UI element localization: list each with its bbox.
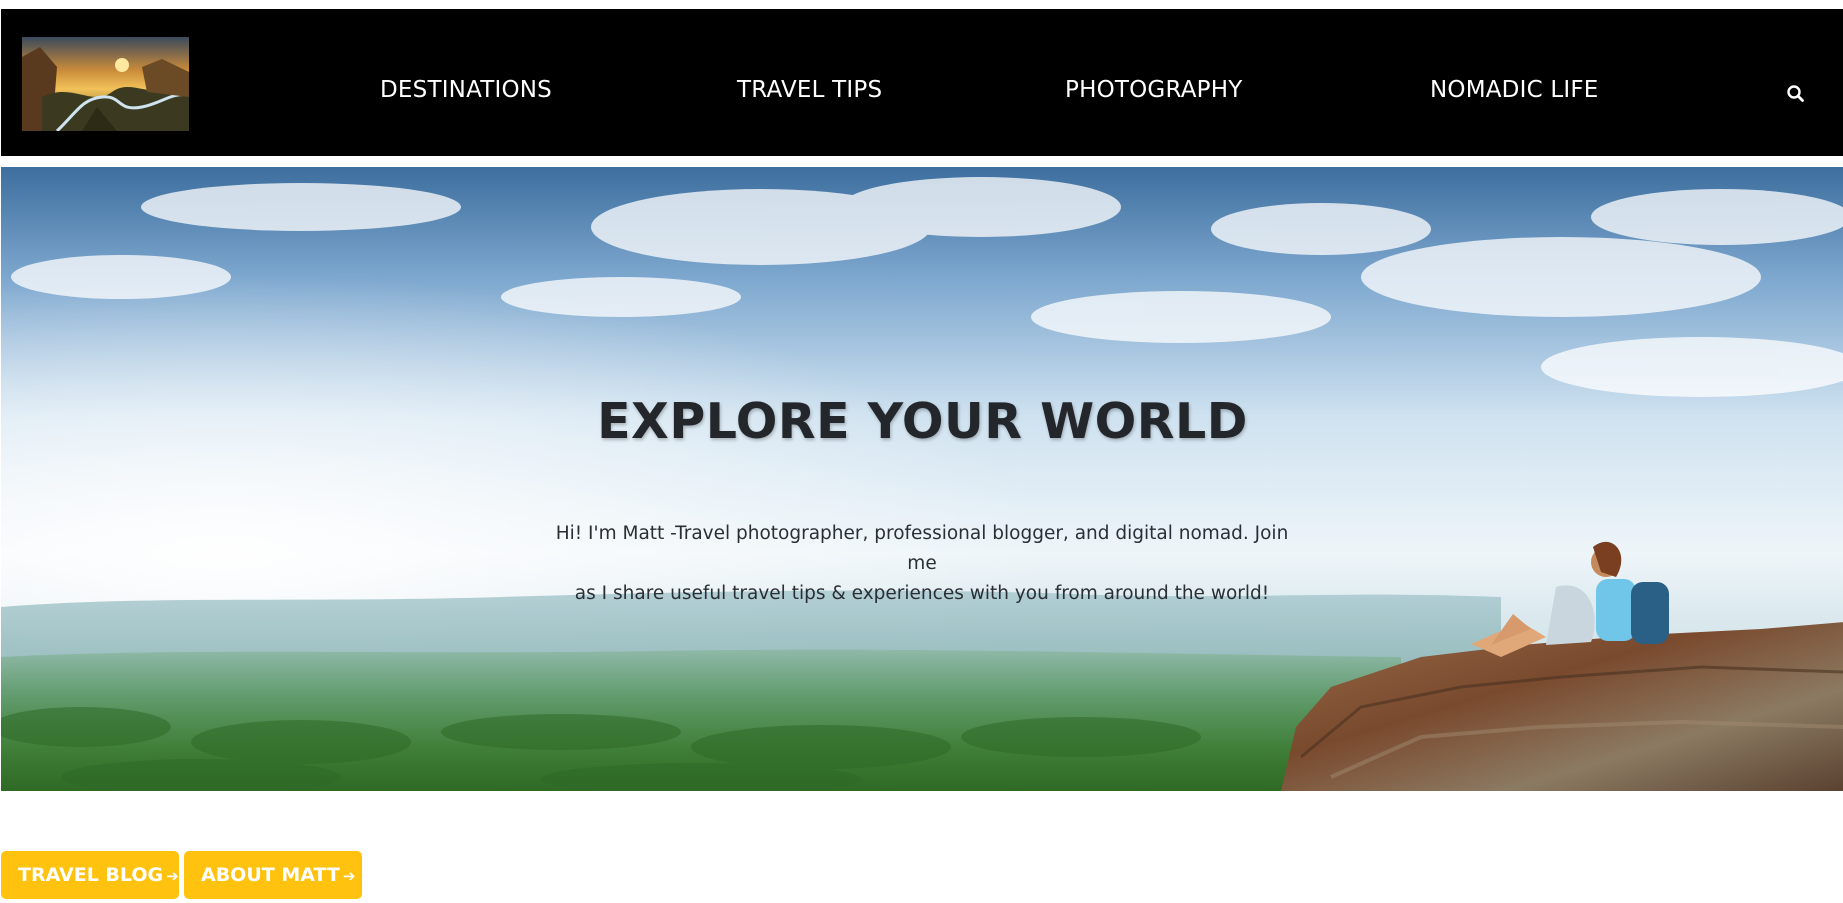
hero-title: EXPLORE YOUR WORLD (597, 393, 1248, 450)
hero-intro-line2: as I share useful travel tips & experien… (574, 583, 1270, 604)
nav-link-nomadic-life[interactable]: NOMADIC LIFE (1430, 77, 1599, 103)
hero-intro-line1: Hi! I'm Matt -Travel photographer, profe… (555, 523, 1289, 574)
travel-blog-button-label: TRAVEL BLOG (18, 864, 164, 886)
search-button[interactable] (1785, 83, 1807, 105)
hero-background-image (1, 167, 1843, 791)
arrow-right-icon: ➔ (166, 867, 179, 885)
arrow-right-icon: ➔ (342, 867, 356, 885)
top-gap (0, 0, 1843, 9)
nav-link-destinations[interactable]: DESTINATIONS (380, 77, 552, 103)
hero-intro: Hi! I'm Matt -Travel photographer, profe… (541, 519, 1303, 609)
header-separator (0, 156, 1843, 167)
nav-link-travel-tips[interactable]: TRAVEL TIPS (737, 77, 882, 103)
hero-banner: EXPLORE YOUR WORLD Hi! I'm Matt -Travel … (1, 167, 1843, 791)
navbar: DESTINATIONS TRAVEL TIPS PHOTOGRAPHY NOM… (1, 9, 1843, 156)
about-matt-button-label: ABOUT MATT (201, 864, 340, 886)
search-icon (1787, 85, 1804, 102)
nav-link-photography[interactable]: PHOTOGRAPHY (1065, 77, 1242, 103)
about-matt-button[interactable]: ABOUT MATT ➔ (184, 851, 362, 899)
travel-blog-button[interactable]: TRAVEL BLOG ➔ (1, 851, 179, 899)
main-navigation: DESTINATIONS TRAVEL TIPS PHOTOGRAPHY NOM… (1, 9, 1843, 156)
